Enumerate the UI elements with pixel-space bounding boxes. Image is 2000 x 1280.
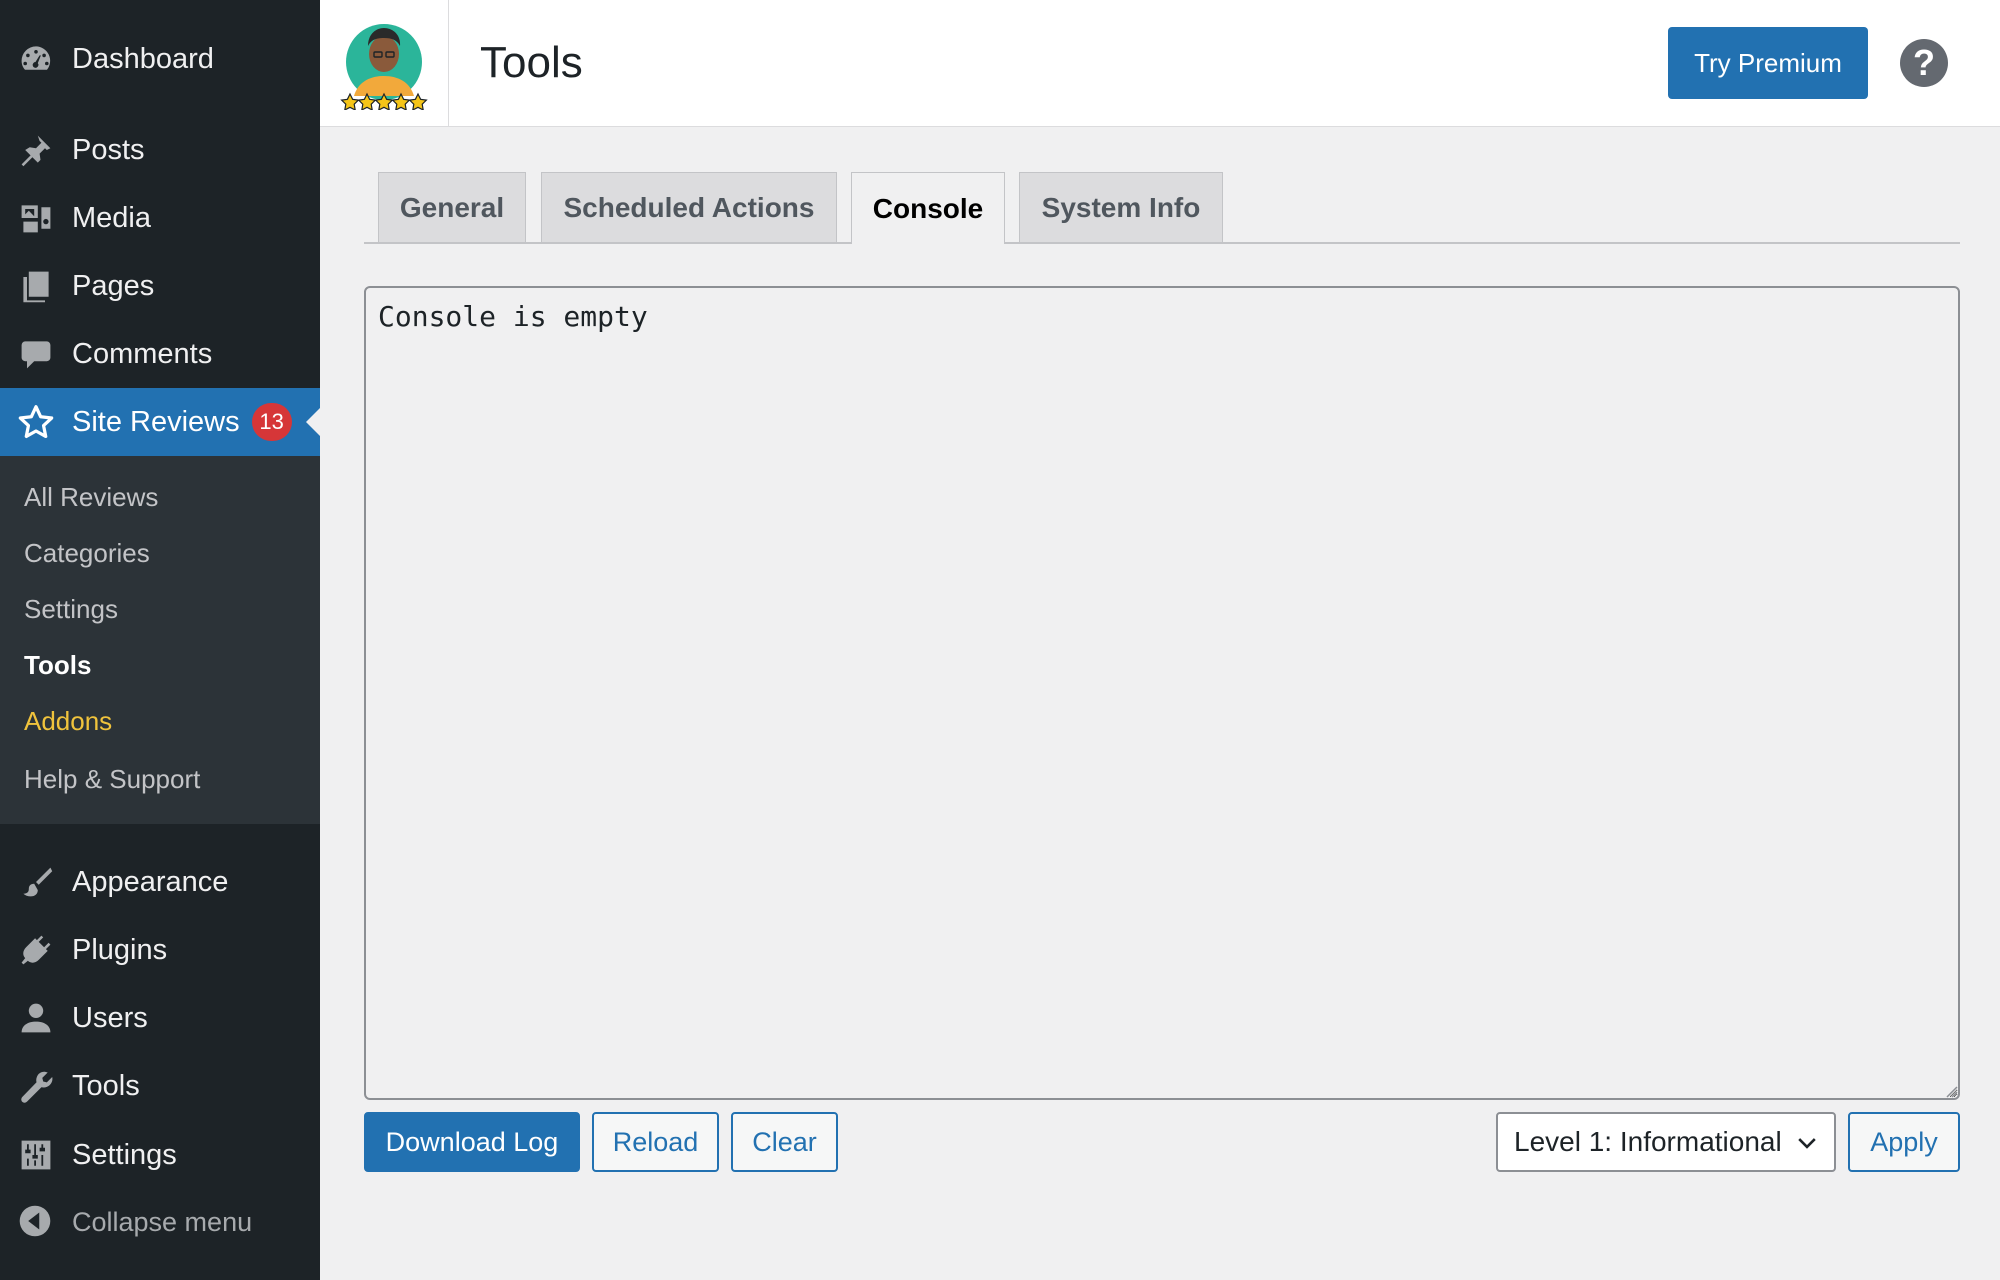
user-icon	[18, 1000, 54, 1036]
pages-icon	[18, 268, 54, 304]
download-log-button[interactable]: Download Log	[364, 1112, 580, 1172]
pin-icon	[18, 132, 54, 168]
tab-system-info[interactable]: System Info	[1019, 172, 1223, 242]
menu-label: Appearance	[72, 865, 229, 898]
menu-item-users[interactable]: Users	[0, 984, 320, 1052]
submenu-item-help-support[interactable]: Help & Support	[24, 764, 200, 795]
try-premium-button[interactable]: Try Premium	[1668, 27, 1868, 99]
menu-item-tools[interactable]: Tools	[0, 1052, 320, 1120]
menu-item-appearance[interactable]: Appearance	[0, 848, 320, 916]
menu-item-plugins[interactable]: Plugins	[0, 916, 320, 984]
menu-item-comments[interactable]: Comments	[0, 320, 320, 388]
menu-item-pages[interactable]: Pages	[0, 252, 320, 320]
media-icon	[18, 200, 54, 236]
brush-icon	[18, 864, 54, 900]
submenu-item-categories[interactable]: Categories	[24, 538, 150, 569]
submenu-item-tools[interactable]: Tools	[24, 650, 91, 681]
menu-label: Pages	[72, 269, 155, 302]
collapse-arrow-icon	[18, 1204, 54, 1240]
menu-item-dashboard[interactable]: Dashboard	[0, 25, 320, 93]
menu-item-posts[interactable]: Posts	[0, 116, 320, 184]
help-icon[interactable]: ?	[1900, 39, 1948, 87]
menu-label: Posts	[72, 133, 145, 166]
console-log-textarea[interactable]: Console is empty	[364, 286, 1960, 1100]
clear-button[interactable]: Clear	[731, 1112, 838, 1172]
menu-label: Settings	[72, 1138, 177, 1171]
log-level-select[interactable]: Level 1: Informational	[1496, 1112, 1836, 1172]
menu-item-settings[interactable]: Settings	[0, 1121, 320, 1189]
tab-console[interactable]: Console	[851, 172, 1005, 244]
wrench-icon	[18, 1068, 54, 1104]
collapse-label: Collapse menu	[72, 1206, 253, 1237]
menu-item-site-reviews[interactable]: Site Reviews 13	[0, 388, 320, 456]
log-level-selected: Level 1: Informational	[1514, 1126, 1782, 1157]
menu-label: Comments	[72, 337, 213, 370]
site-reviews-submenu: All Reviews Categories Settings Tools Ad…	[0, 456, 320, 824]
plugin-logo	[320, 0, 449, 126]
sliders-icon	[18, 1137, 54, 1173]
menu-item-media[interactable]: Media	[0, 184, 320, 252]
reviewer-avatar-icon	[340, 24, 428, 110]
plugin-icon	[18, 932, 54, 968]
menu-label: Plugins	[72, 933, 168, 966]
chevron-down-icon	[1798, 1138, 1816, 1149]
pending-count-badge: 13	[251, 403, 292, 441]
reload-button[interactable]: Reload	[592, 1112, 719, 1172]
tab-general[interactable]: General	[378, 172, 526, 242]
star-icon	[18, 404, 54, 440]
submenu-item-addons[interactable]: Addons	[24, 706, 112, 737]
comment-icon	[18, 336, 54, 372]
menu-label: Site Reviews	[72, 405, 240, 438]
menu-label: Tools	[72, 1069, 140, 1102]
tabs-underline	[364, 242, 1960, 244]
apply-button[interactable]: Apply	[1848, 1112, 1960, 1172]
resize-grip-icon[interactable]	[1944, 1084, 1958, 1098]
admin-sidebar: Dashboard Posts Media Pages Comments Sit…	[0, 0, 320, 1280]
menu-label: Dashboard	[72, 42, 214, 75]
submenu-item-all-reviews[interactable]: All Reviews	[24, 482, 158, 513]
menu-label: Media	[72, 201, 151, 234]
page-header: Tools Try Premium ?	[320, 0, 2000, 127]
collapse-menu-button[interactable]: Collapse menu	[0, 1188, 320, 1256]
tab-scheduled-actions[interactable]: Scheduled Actions	[541, 172, 837, 242]
dashboard-icon	[18, 41, 54, 77]
submenu-item-settings[interactable]: Settings	[24, 594, 118, 625]
page-title: Tools	[480, 38, 583, 87]
menu-label: Users	[72, 1001, 148, 1034]
